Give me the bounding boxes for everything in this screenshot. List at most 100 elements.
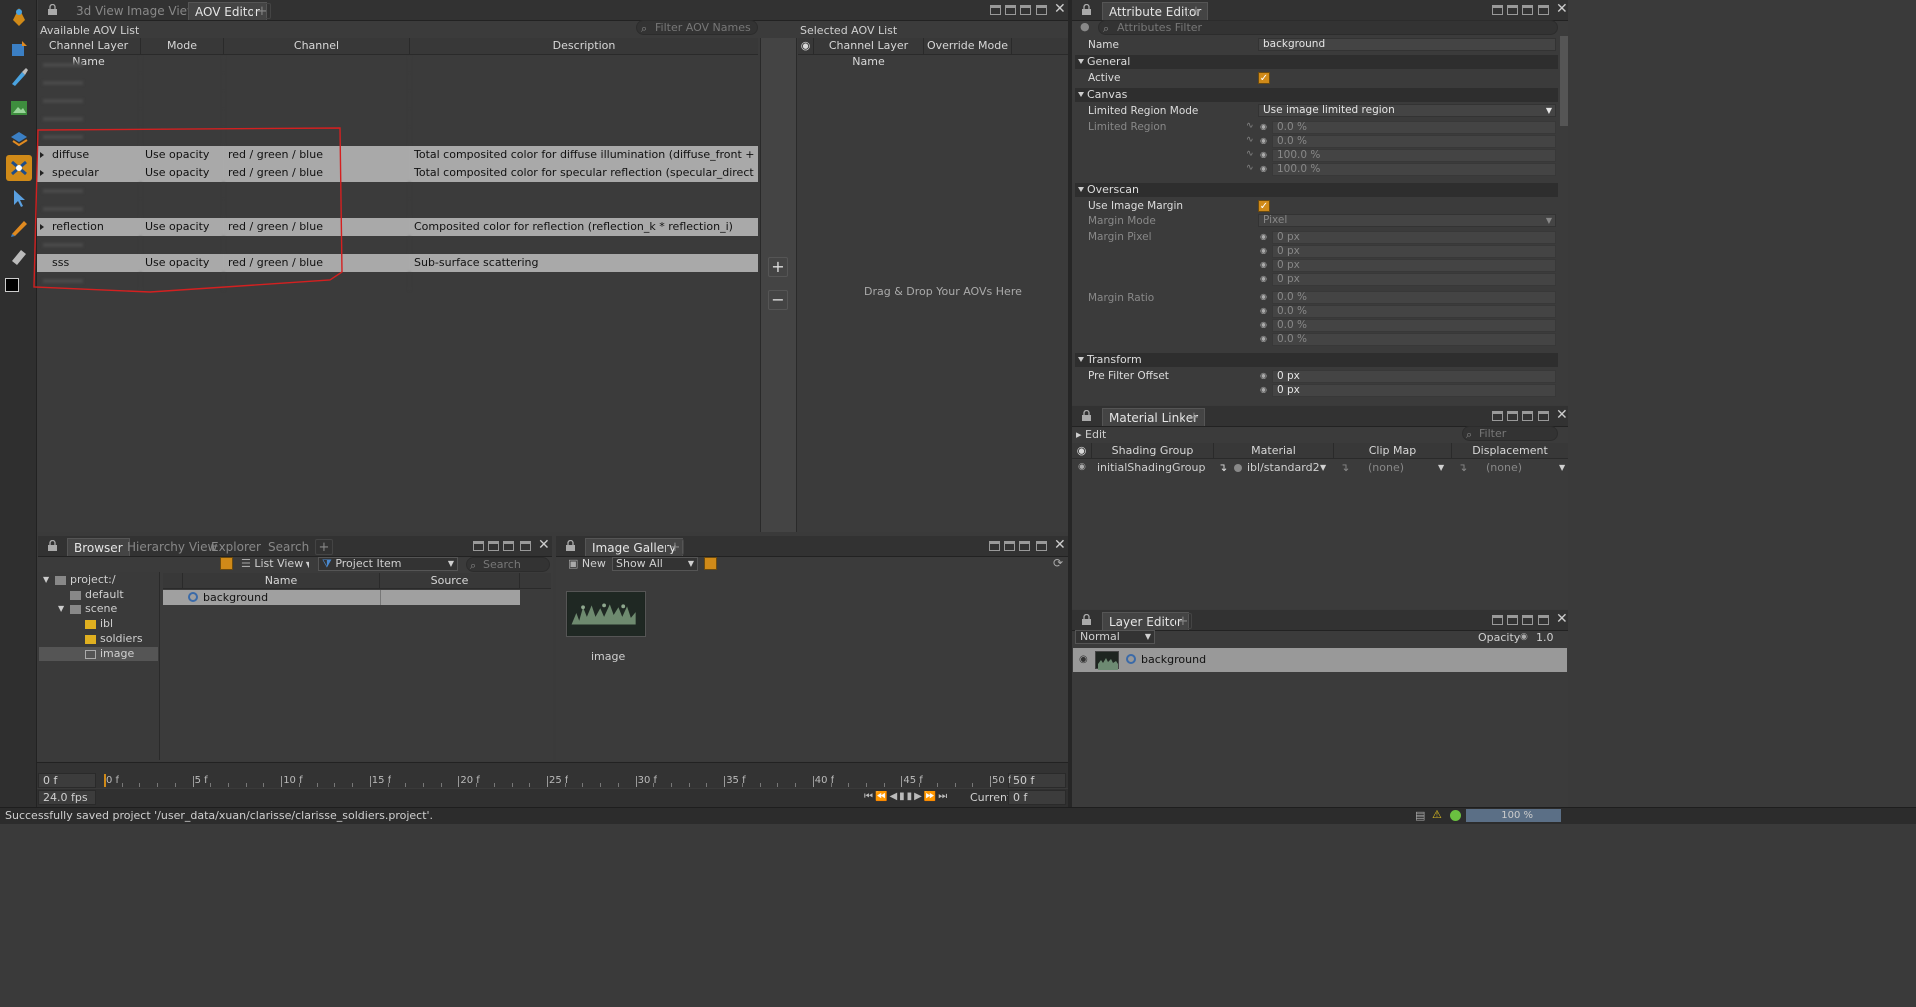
column-header[interactable]: Channel <box>224 38 410 54</box>
timeline-start-field[interactable]: 0 f <box>38 773 96 788</box>
add-tab-button[interactable]: + <box>253 3 271 19</box>
image-thumbnail[interactable] <box>566 591 646 637</box>
layout-icon[interactable] <box>1492 615 1503 625</box>
link-icon[interactable]: ◉ <box>1260 320 1270 330</box>
link-arrow-icon[interactable]: ↴ <box>1218 461 1227 474</box>
tree-item[interactable]: soldiers <box>39 632 158 646</box>
maximize-icon[interactable] <box>1538 615 1549 625</box>
layout-icon[interactable] <box>1005 5 1016 15</box>
eye-icon[interactable]: ◉ <box>798 38 814 54</box>
expand-arrow-icon[interactable]: ▼ <box>43 573 49 587</box>
numeric-field[interactable]: 0.0 % <box>1272 333 1556 346</box>
column-header[interactable]: Channel Layer Name <box>814 38 924 68</box>
show-filter-select[interactable]: Show All ▼ <box>612 557 698 571</box>
numeric-field[interactable]: 100.0 % <box>1272 149 1556 162</box>
numeric-field[interactable]: 0 px <box>1272 370 1556 383</box>
blend-mode-select[interactable]: Normal ▼ <box>1075 630 1155 644</box>
curve-icon[interactable]: ∿ <box>1246 121 1254 131</box>
link-icon[interactable]: ◉ <box>1260 292 1270 302</box>
add-tab-button[interactable]: + <box>1187 3 1205 19</box>
eye-icon[interactable]: ◉ <box>1078 462 1086 472</box>
close-icon[interactable]: ✕ <box>1556 611 1568 627</box>
add-tab-button[interactable]: + <box>1185 409 1203 425</box>
chevron-down-icon[interactable]: ▼ <box>1438 463 1444 472</box>
foreground-color-swatch[interactable] <box>5 278 19 292</box>
select-arrow-icon[interactable] <box>6 185 32 211</box>
numeric-field[interactable]: 100.0 % <box>1272 163 1556 176</box>
use-image-margin-checkbox[interactable]: ✓ <box>1258 200 1270 212</box>
current-frame-field[interactable]: 0 f <box>1008 790 1066 805</box>
browser-item-row[interactable]: background <box>163 590 520 605</box>
link-icon[interactable]: ◉ <box>1520 632 1528 642</box>
column-header[interactable]: Override Mode <box>924 38 1012 54</box>
column-header[interactable]: Mode <box>141 38 224 54</box>
opacity-value[interactable]: 1.0 <box>1536 631 1554 644</box>
new-snapshot-button[interactable]: ▣ New <box>568 557 606 570</box>
playback-controls[interactable]: ⏮⏪◀▮▮▶⏩⏭ <box>864 791 949 802</box>
column-header[interactable]: Clip Map <box>1334 443 1452 459</box>
refresh-icon[interactable]: ⟳ <box>1053 556 1063 570</box>
layout-icon[interactable] <box>1492 411 1503 421</box>
name-field[interactable]: background <box>1258 38 1556 51</box>
column-header[interactable]: Displacement <box>1452 443 1568 459</box>
image-icon[interactable] <box>6 95 32 121</box>
material-row[interactable]: ◉ initialShadingGroup ↴ ibl/standard2 ▼ … <box>1072 460 1568 476</box>
warning-icon[interactable]: ⚠ <box>1432 808 1442 821</box>
eye-icon[interactable]: ◉ <box>1072 443 1092 459</box>
layout-icon[interactable] <box>989 541 1000 551</box>
link-icon[interactable]: ◉ <box>1260 385 1270 395</box>
numeric-field[interactable]: 0 px <box>1272 384 1556 397</box>
maximize-icon[interactable] <box>1538 5 1549 15</box>
layout-icon[interactable] <box>473 541 484 551</box>
lock-icon[interactable] <box>1082 613 1091 625</box>
material-cell[interactable]: ibl/standard2 <box>1247 461 1320 474</box>
section-general[interactable]: General <box>1075 55 1558 69</box>
item-type-select[interactable]: ⧩ Project Item ▼ <box>318 557 458 571</box>
close-icon[interactable]: ✕ <box>1556 1 1568 17</box>
lock-icon[interactable] <box>566 539 575 551</box>
link-icon[interactable]: ◉ <box>1260 306 1270 316</box>
brush-icon[interactable] <box>6 64 32 90</box>
layout-icon[interactable] <box>1004 541 1015 551</box>
layout-icon[interactable] <box>1507 615 1518 625</box>
visibility-eye-icon[interactable]: ◉ <box>1079 654 1088 665</box>
layout-icon[interactable] <box>1507 411 1518 421</box>
add-aov-button[interactable]: + <box>768 257 788 277</box>
lock-icon[interactable] <box>1082 409 1091 421</box>
chevron-down-icon[interactable]: ▼ <box>1559 463 1565 472</box>
timeline-end-field[interactable]: 50 f <box>1008 773 1066 788</box>
fps-field[interactable]: 24.0 fps <box>38 790 96 805</box>
link-icon[interactable]: ◉ <box>1260 232 1270 242</box>
section-overscan[interactable]: Overscan <box>1075 183 1558 197</box>
layer-row[interactable]: ◉ background <box>1073 648 1567 672</box>
numeric-field[interactable]: 0 px <box>1272 231 1556 244</box>
attributes-filter-input[interactable]: ⌕ Attributes Filter <box>1098 20 1558 35</box>
link-icon[interactable]: ◉ <box>1260 371 1270 381</box>
layout-icon[interactable] <box>1507 5 1518 15</box>
numeric-field[interactable]: 0 px <box>1272 245 1556 258</box>
maximize-icon[interactable] <box>1538 411 1549 421</box>
link-arrow-icon[interactable]: ↴ <box>1458 461 1467 474</box>
maximize-icon[interactable] <box>1036 541 1047 551</box>
numeric-field[interactable]: 0 px <box>1272 259 1556 272</box>
tree-item[interactable]: ▼ project:/ <box>39 573 158 587</box>
filter-toggle-icon[interactable] <box>220 557 233 570</box>
lock-icon[interactable] <box>48 3 57 15</box>
add-tab-button[interactable]: + <box>666 539 684 555</box>
active-checkbox[interactable]: ✓ <box>1258 72 1270 84</box>
column-header[interactable]: Name <box>183 573 380 589</box>
aov-row[interactable] <box>37 92 758 110</box>
aov-row[interactable] <box>37 56 758 74</box>
add-tab-button[interactable]: + <box>1174 613 1192 629</box>
curve-icon[interactable]: ∿ <box>1246 149 1254 159</box>
displacement-cell[interactable]: (none) <box>1486 461 1522 474</box>
numeric-field[interactable]: 0.0 % <box>1272 305 1556 318</box>
pen-icon[interactable] <box>6 214 32 240</box>
margin-mode-select[interactable]: Pixel ▼ <box>1258 214 1556 227</box>
column-header[interactable]: Description <box>410 38 758 54</box>
close-icon[interactable]: ✕ <box>1054 1 1066 17</box>
numeric-field[interactable]: 0.0 % <box>1272 135 1556 148</box>
link-arrow-icon[interactable]: ↴ <box>1340 461 1349 474</box>
layout-icon[interactable] <box>1522 411 1533 421</box>
search-items-input[interactable]: ⌕Search Items <box>466 557 550 584</box>
